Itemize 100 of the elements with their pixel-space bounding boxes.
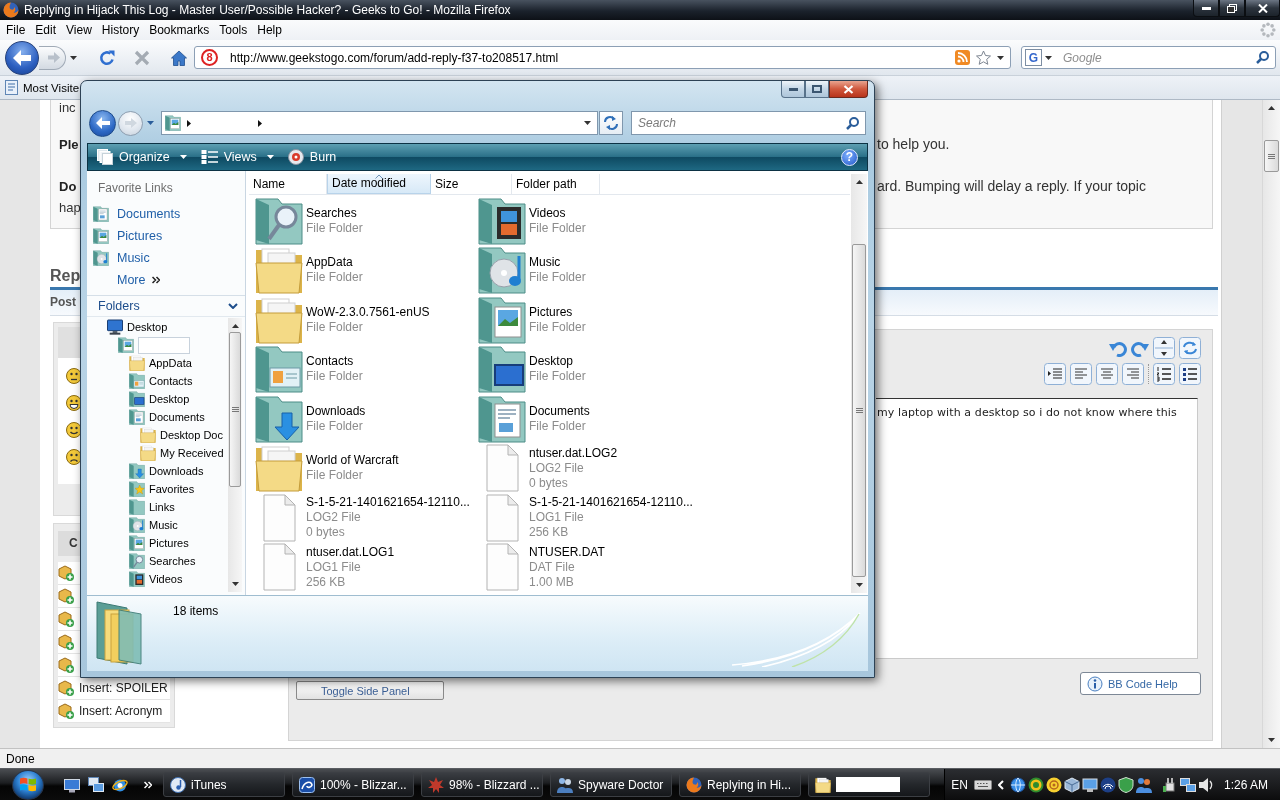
tree-item[interactable]: Music [149, 519, 178, 531]
toggle-side-panel-button[interactable]: Toggle Side Panel [296, 681, 444, 700]
file-name[interactable]: WoW-2.3.0.7561-enUS [306, 304, 430, 320]
maximize-button[interactable] [805, 81, 829, 98]
desktop-icon[interactable] [64, 776, 80, 793]
menu-item[interactable]: File [1, 21, 31, 39]
resize-icon[interactable] [1153, 337, 1175, 359]
menu-item[interactable]: Help [252, 21, 287, 39]
taskbar-button[interactable]: iTunes [163, 772, 285, 797]
tree-item[interactable]: Downloads [149, 465, 204, 477]
minimize-button[interactable] [781, 81, 805, 98]
scroll-up-icon[interactable] [1268, 106, 1275, 110]
file-name[interactable]: Videos [529, 205, 566, 221]
caret-icon[interactable] [584, 121, 591, 125]
file-name[interactable]: AppData [306, 255, 353, 271]
target-icon[interactable] [1045, 776, 1062, 793]
scroll-up-icon[interactable] [855, 180, 863, 184]
file-name[interactable]: S-1-5-21-1401621654-12110... [306, 495, 470, 511]
clock[interactable]: 1:26 AM [1223, 777, 1268, 792]
toggle-icon[interactable] [1179, 337, 1201, 359]
tree-item[interactable]: Desktop Doc [160, 429, 223, 441]
more-link[interactable]: More [117, 273, 146, 287]
file-name[interactable]: Downloads [306, 403, 366, 419]
caret-icon[interactable] [1045, 55, 1052, 60]
search-icon[interactable] [1256, 51, 1269, 64]
toolbar-button[interactable]: Organize [90, 144, 194, 170]
power-plug-icon[interactable] [1161, 776, 1178, 793]
message-field[interactable]: my laptop with a desktop so i do not know where this [876, 398, 1198, 659]
scroll-up-icon[interactable] [231, 324, 239, 328]
tree-item[interactable]: Videos [149, 573, 183, 585]
stacked-windows-icon[interactable] [88, 776, 104, 793]
document-folder-icon[interactable] [93, 206, 109, 222]
tree-item[interactable]: Searches [149, 555, 196, 567]
tree-item[interactable]: Links [149, 501, 175, 513]
network-monitors-icon[interactable] [1179, 776, 1196, 793]
magnifier-folder-icon[interactable] [255, 196, 303, 245]
picture-folder-icon[interactable] [478, 295, 526, 344]
keyboard-icon[interactable] [973, 778, 992, 791]
file-name[interactable]: ntuser.dat.LOG1 [306, 544, 395, 560]
monitor-folder-icon[interactable] [478, 345, 526, 394]
redo-icon[interactable] [1131, 339, 1149, 357]
music-folder-icon[interactable] [93, 250, 109, 266]
bookmark-item[interactable]: Most Visite [4, 80, 80, 95]
search-engine-icon[interactable]: G [1025, 49, 1042, 66]
toolbar-button[interactable]: Burn [280, 144, 344, 170]
back-button[interactable] [5, 40, 39, 75]
tree-item[interactable]: Favorites [149, 483, 195, 495]
file-name[interactable]: Documents [529, 403, 590, 419]
tree-item[interactable]: Contacts [149, 375, 193, 387]
cube-icon[interactable] [1063, 776, 1080, 793]
double-chevron-icon[interactable] [152, 276, 161, 284]
tree-item[interactable]: Desktop [127, 321, 168, 333]
film-folder-icon[interactable] [129, 571, 145, 587]
caret-icon[interactable] [70, 55, 77, 60]
menu-item[interactable]: Bookmarks [144, 21, 215, 39]
file-name[interactable]: Desktop [529, 354, 574, 370]
music-folder-icon[interactable] [129, 517, 145, 533]
file-name[interactable]: S-1-5-21-1401621654-12110... [529, 495, 693, 511]
favorite-link[interactable]: Documents [117, 207, 181, 221]
start-button[interactable] [12, 769, 44, 800]
favorite-link[interactable]: Pictures [117, 229, 163, 243]
back-button[interactable] [89, 109, 116, 137]
reload-icon[interactable] [99, 49, 115, 66]
monitor-folder-icon[interactable] [129, 391, 145, 407]
toolbar-button[interactable]: Views [193, 144, 281, 170]
file-name[interactable]: World of Warcraft [306, 453, 399, 469]
picture-folder-icon[interactable] [129, 535, 145, 551]
tree-item[interactable]: AppData [149, 357, 192, 369]
align-left-icon[interactable] [1070, 363, 1092, 385]
undo-icon[interactable] [1109, 339, 1127, 357]
align-center-icon[interactable] [1096, 363, 1118, 385]
search-field[interactable]: G Google [1021, 46, 1276, 69]
menu-item[interactable]: History [96, 21, 145, 39]
shield-icon[interactable] [1117, 776, 1134, 793]
taskbar-button[interactable]: Replying in Hi... [679, 772, 801, 797]
restore-button[interactable] [1219, 0, 1245, 17]
close-button[interactable] [829, 81, 868, 98]
close-button[interactable] [1245, 0, 1280, 17]
contact-card-folder-icon[interactable] [255, 345, 303, 394]
file-name[interactable]: Searches [306, 205, 357, 221]
address-field[interactable]: 8 http://www.geekstogo.com/forum/add-reply-f37-to208517.html [194, 46, 1011, 69]
taskbar-button[interactable]: 98% - Blizzard ... [421, 772, 543, 797]
caret-icon[interactable] [997, 55, 1004, 60]
download-folder-icon[interactable] [129, 463, 145, 479]
home-icon[interactable] [171, 49, 187, 66]
minimize-button[interactable] [1193, 0, 1219, 17]
scrollbar-thumb[interactable] [1264, 140, 1279, 172]
scrollbar-thumb[interactable] [229, 332, 241, 487]
ring-icon[interactable] [1027, 776, 1044, 793]
help-button[interactable]: BB Code Help [1080, 672, 1201, 695]
menu-item[interactable]: Edit [30, 21, 62, 39]
address-field[interactable] [161, 111, 598, 135]
download-folder-icon[interactable] [255, 394, 303, 443]
taskbar-button[interactable]: 100% - Blizzar... [292, 772, 414, 797]
globe-icon[interactable] [1009, 776, 1026, 793]
scrollbar-thumb[interactable] [852, 244, 866, 577]
picture-folder-icon[interactable] [93, 228, 109, 244]
tree-item[interactable]: My Received [160, 447, 224, 459]
menu-item[interactable]: View [61, 21, 97, 39]
column-header[interactable]: Date modified [327, 174, 431, 194]
